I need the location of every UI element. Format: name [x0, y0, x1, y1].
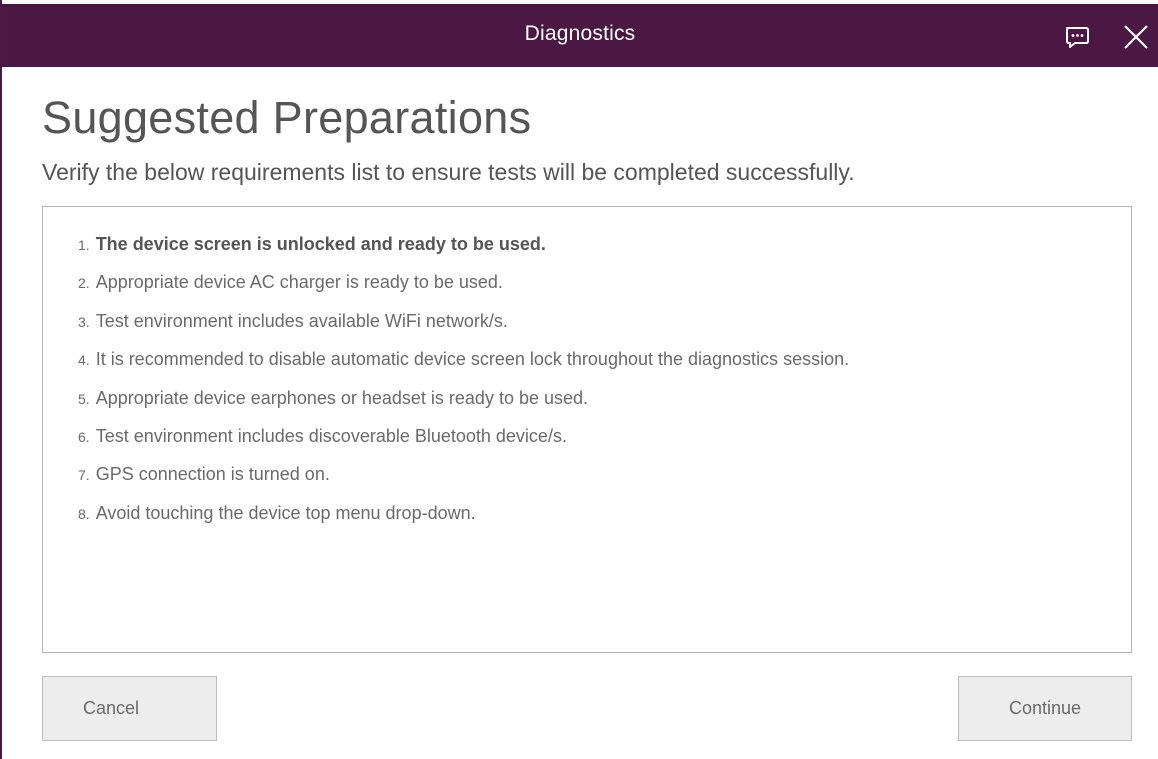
requirement-text: Appropriate device earphones or headset …: [95, 387, 589, 408]
cancel-button[interactable]: Cancel: [42, 676, 217, 741]
feedback-button[interactable]: [1062, 22, 1092, 52]
requirement-text: The device screen is unlocked and ready …: [95, 234, 546, 254]
requirement-item: 7. GPS connection is turned on.: [78, 461, 1131, 499]
requirement-number: 3.: [78, 313, 90, 330]
close-button[interactable]: [1120, 21, 1152, 53]
requirement-item: 6. Test environment includes discoverable…: [78, 423, 1131, 461]
requirement-text: Avoid touching the device top menu drop-…: [95, 502, 476, 523]
requirement-item: 3. Test environment includes available Wi…: [78, 308, 1131, 346]
window-title: Diagnostics: [524, 22, 636, 45]
requirement-text: GPS connection is turned on.: [95, 464, 330, 485]
requirements-list: 1. The device screen is unlocked and read…: [43, 207, 1131, 538]
requirement-item: 4. It is recommended to disable automatic…: [78, 346, 1131, 384]
close-icon: [1124, 25, 1148, 49]
requirement-item: 8. Avoid touching the device top menu dro…: [78, 500, 1131, 538]
requirement-item: 2. Appropriate device AC charger is ready…: [78, 269, 1131, 307]
continue-button[interactable]: Continue: [958, 676, 1132, 741]
diagnostics-window: Diagnostics Suggested Preparations Verif…: [0, 0, 1158, 759]
requirement-text: Test environment includes discoverable B…: [95, 425, 567, 446]
requirement-number: 5.: [78, 390, 90, 407]
page-subtitle: Verify the below requirements list to en…: [42, 159, 855, 185]
requirement-text: It is recommended to disable automatic d…: [95, 349, 850, 370]
requirements-panel[interactable]: 1. The device screen is unlocked and read…: [42, 206, 1132, 653]
requirement-number: 1.: [78, 237, 90, 253]
requirement-item: 1. The device screen is unlocked and read…: [78, 231, 1131, 269]
requirement-number: 4.: [78, 352, 90, 369]
title-bar: Diagnostics: [2, 0, 1158, 67]
page-title: Suggested Preparations: [42, 92, 532, 143]
requirement-item: 5. Appropriate device earphones or headse…: [78, 385, 1131, 423]
requirement-number: 8.: [78, 505, 90, 522]
requirement-number: 2.: [78, 275, 90, 292]
feedback-chat-icon: [1066, 27, 1089, 48]
requirement-text: Test environment includes available WiFi…: [95, 310, 508, 331]
requirement-number: 6.: [78, 428, 90, 445]
requirement-text: Appropriate device AC charger is ready t…: [95, 272, 503, 293]
requirement-number: 7.: [78, 467, 90, 484]
